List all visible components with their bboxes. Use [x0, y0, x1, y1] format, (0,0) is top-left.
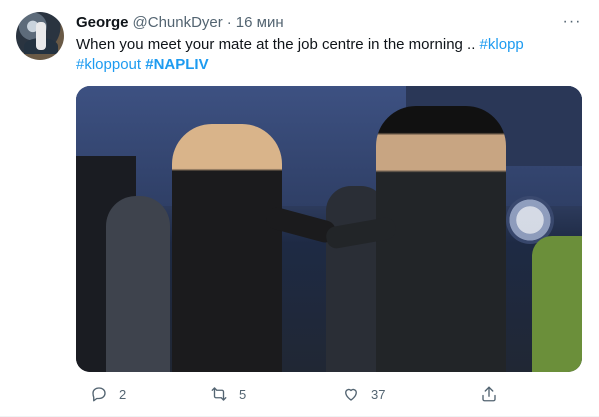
like-count: 37: [371, 386, 386, 402]
photo-man-cap: [376, 106, 506, 372]
timestamp[interactable]: 16 мин: [236, 14, 284, 31]
separator: ·: [226, 13, 232, 31]
avatar[interactable]: [16, 12, 64, 60]
author-name[interactable]: George: [76, 14, 129, 31]
avatar-figure-head: [36, 22, 46, 50]
retweet-icon: [211, 387, 227, 401]
reply-button[interactable]: 2: [90, 382, 126, 406]
tweet-text-body: When you meet your mate at the job centr…: [76, 36, 476, 53]
tweet-card[interactable]: George @ChunkDyer · 16 мин ··· When you …: [0, 0, 599, 417]
retweet-button[interactable]: 5: [210, 382, 246, 406]
hashtag-napliv[interactable]: #NAPLIV: [145, 56, 208, 73]
like-button[interactable]: 37: [342, 382, 385, 406]
tweet-header: George @ChunkDyer · 16 мин: [76, 12, 284, 32]
author-handle[interactable]: @ChunkDyer: [133, 14, 223, 31]
photo-person-right: [532, 236, 582, 372]
retweet-count: 5: [239, 386, 247, 402]
action-bar: 2 5 37: [76, 382, 582, 406]
share-button[interactable]: [480, 382, 498, 406]
photo-man-puffer-jacket: [172, 124, 282, 372]
heart-icon: [345, 388, 357, 401]
more-icon[interactable]: ···: [561, 12, 583, 32]
reply-icon: [92, 387, 106, 402]
tweet-text: When you meet your mate at the job centr…: [76, 35, 576, 75]
reply-count: 2: [119, 386, 127, 402]
hashtag-kloppout[interactable]: #kloppout: [76, 56, 141, 73]
tweet-photo[interactable]: [76, 86, 582, 372]
share-icon: [482, 386, 496, 402]
photo-person-left-2: [106, 196, 170, 372]
hashtag-klopp[interactable]: #klopp: [480, 36, 524, 53]
